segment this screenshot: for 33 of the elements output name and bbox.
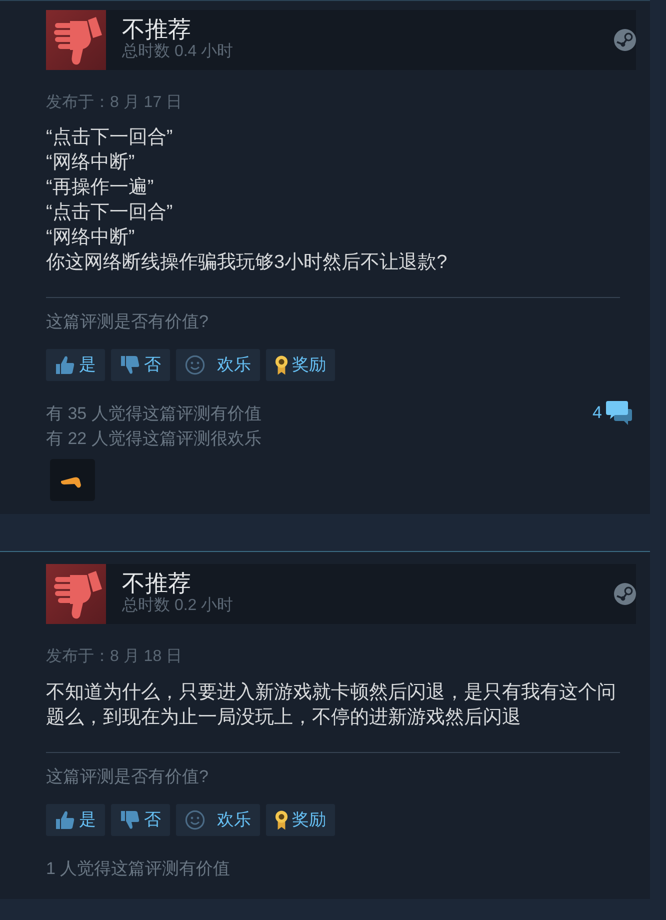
review-text: “点击下一回合” “网络中断” “再操作一遍” “点击下一回合” “网络中断” 你这网络断线操作骗我玩够3小时然后不让退款? [46, 126, 448, 275]
helpful-prompt: 这篇评测是否有价值? [46, 766, 208, 788]
funny-button[interactable]: 欢乐 [176, 804, 260, 836]
thumbs-down-icon [46, 10, 106, 70]
award-button[interactable]: 奖励 [266, 804, 335, 836]
smiley-icon [185, 355, 205, 375]
helpful-prompt: 这篇评测是否有价值? [46, 311, 208, 333]
playtime-text: 总时数 0.2 小时 [122, 596, 234, 616]
thumbs-down-icon [120, 355, 140, 375]
posted-date: 发布于：8 月 18 日 [46, 647, 182, 667]
review-text: 不知道为什么，只要进入新游戏就卡顿然后闪退，是只有我有这个问题么，到现在为止一局没玩上，不停的进新游戏然后闪退 [46, 681, 617, 730]
verdict-title: 不推荐 [122, 16, 191, 42]
posted-date: 发布于：8 月 17 日 [46, 93, 182, 113]
thumbs-up-icon [55, 810, 75, 830]
helpful-count: 有 22 人觉得这篇评测很欢乐 [46, 428, 262, 450]
medal-icon [275, 354, 288, 376]
no-button[interactable]: 否 [111, 349, 170, 381]
award-button[interactable]: 奖励 [266, 349, 335, 381]
verdict-title: 不推荐 [122, 570, 191, 596]
thumbs-down-icon [120, 810, 140, 830]
helpful-count: 1 人觉得这篇评测有价值 [46, 858, 230, 880]
comment-icon [606, 401, 632, 425]
thumbs-down-icon [46, 564, 106, 624]
medal-icon [275, 810, 288, 830]
no-button[interactable]: 否 [111, 804, 170, 836]
smiley-icon [185, 810, 205, 830]
yes-button[interactable]: 是 [46, 349, 105, 381]
helpful-count: 有 35 人觉得这篇评测有价值 [46, 403, 262, 425]
funny-button[interactable]: 欢乐 [176, 349, 260, 381]
yes-button[interactable]: 是 [46, 804, 105, 836]
playtime-text: 总时数 0.4 小时 [122, 42, 234, 62]
thumbs-up-icon [55, 355, 75, 375]
comments-link[interactable]: 4 [592, 401, 632, 425]
